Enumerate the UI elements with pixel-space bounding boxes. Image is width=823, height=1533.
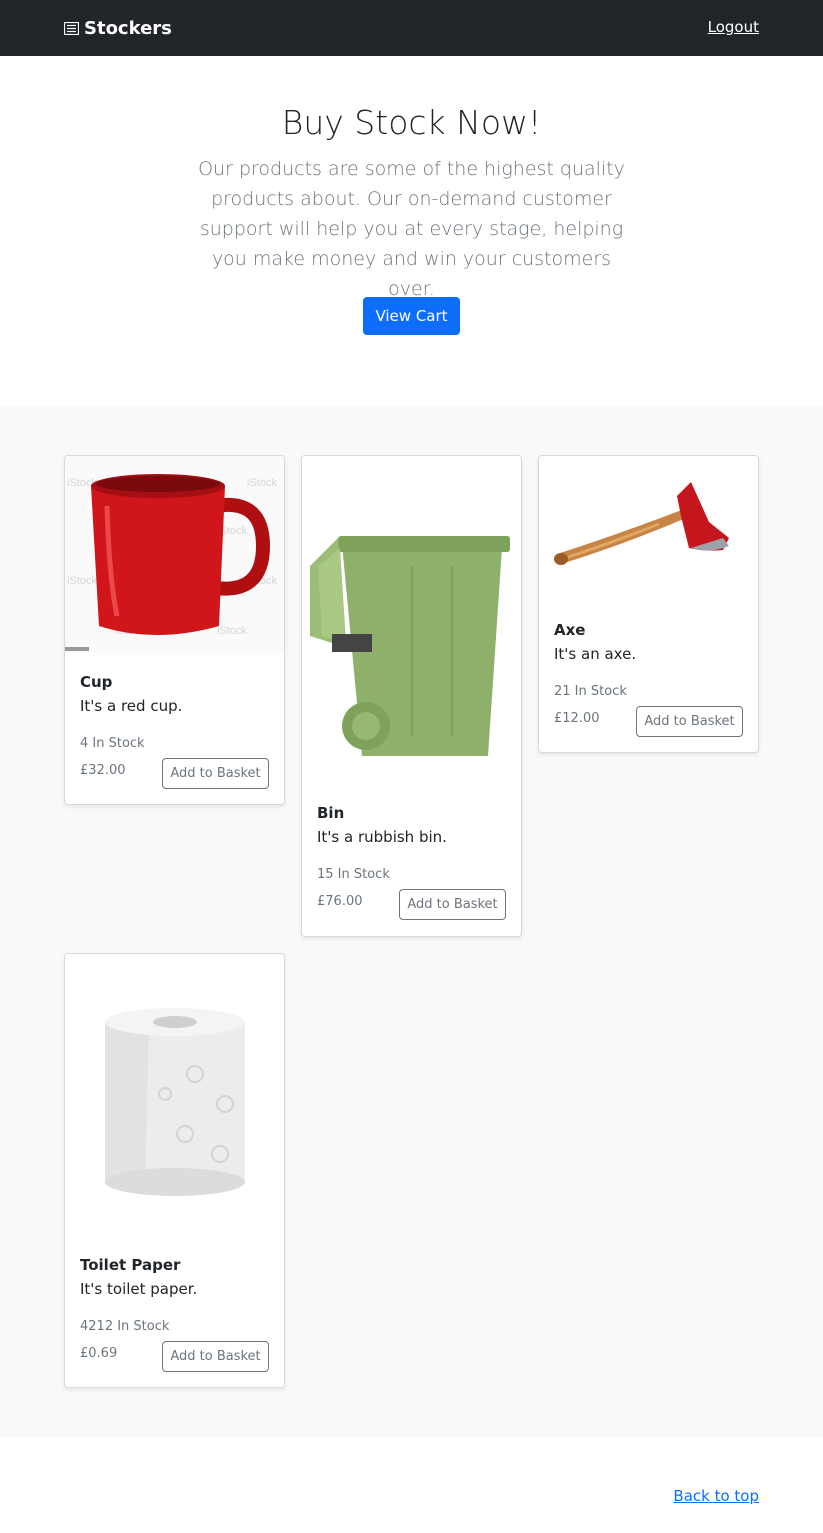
add-to-basket-button[interactable]: Add to Basket bbox=[162, 1341, 269, 1372]
svg-text:iStock: iStock bbox=[217, 625, 247, 637]
stock-count: 4 In Stock bbox=[80, 736, 145, 751]
product-description: It's a rubbish bin. bbox=[317, 828, 447, 846]
toilet-paper-image bbox=[65, 954, 284, 1238]
product-name: Bin bbox=[317, 804, 345, 822]
navbar: Stockers Logout bbox=[0, 0, 823, 56]
add-to-basket-button[interactable]: Add to Basket bbox=[399, 889, 506, 920]
product-name: Toilet Paper bbox=[80, 1256, 181, 1274]
back-to-top-link[interactable]: Back to top bbox=[673, 1487, 759, 1505]
product-price: £12.00 bbox=[554, 711, 600, 726]
page-title: Buy Stock Now! bbox=[281, 103, 542, 142]
product-price: £32.00 bbox=[80, 763, 126, 778]
stock-count: 15 In Stock bbox=[317, 867, 390, 882]
logout-link[interactable]: Logout bbox=[708, 18, 759, 36]
bin-image bbox=[302, 456, 521, 786]
hero-lead: Our products are some of the highest qua… bbox=[198, 158, 625, 300]
product-name: Axe bbox=[554, 621, 586, 639]
product-card-toilet-paper: Toilet Paper It's toilet paper. 4212 In … bbox=[64, 953, 285, 1388]
product-name: Cup bbox=[80, 673, 113, 691]
add-to-basket-button[interactable]: Add to Basket bbox=[636, 706, 743, 737]
view-cart-button[interactable]: View Cart bbox=[363, 297, 460, 335]
product-card-bin: Bin It's a rubbish bin. 15 In Stock £76.… bbox=[301, 455, 522, 937]
product-price: £0.69 bbox=[80, 1346, 118, 1361]
product-card-cup: iStockiStockiStock iStockiStock iStockiS… bbox=[64, 455, 285, 805]
product-description: It's toilet paper. bbox=[80, 1280, 198, 1298]
newspaper-icon bbox=[64, 21, 79, 35]
stock-count: 21 In Stock bbox=[554, 684, 627, 699]
product-card-axe: Axe It's an axe. 21 In Stock £12.00 Add … bbox=[538, 455, 759, 753]
axe-image bbox=[539, 456, 758, 602]
product-description: It's a red cup. bbox=[80, 697, 183, 715]
add-to-basket-button[interactable]: Add to Basket bbox=[162, 758, 269, 789]
product-price: £76.00 bbox=[317, 894, 363, 909]
stock-count: 4212 In Stock bbox=[80, 1319, 170, 1334]
product-description: It's an axe. bbox=[554, 645, 637, 663]
brand-label: Stockers bbox=[84, 17, 172, 39]
cup-image: iStockiStockiStock iStockiStock iStockiS… bbox=[65, 456, 284, 653]
brand[interactable]: Stockers bbox=[64, 16, 172, 40]
svg-text:iStock: iStock bbox=[67, 575, 97, 587]
svg-text:iStock: iStock bbox=[247, 477, 277, 489]
